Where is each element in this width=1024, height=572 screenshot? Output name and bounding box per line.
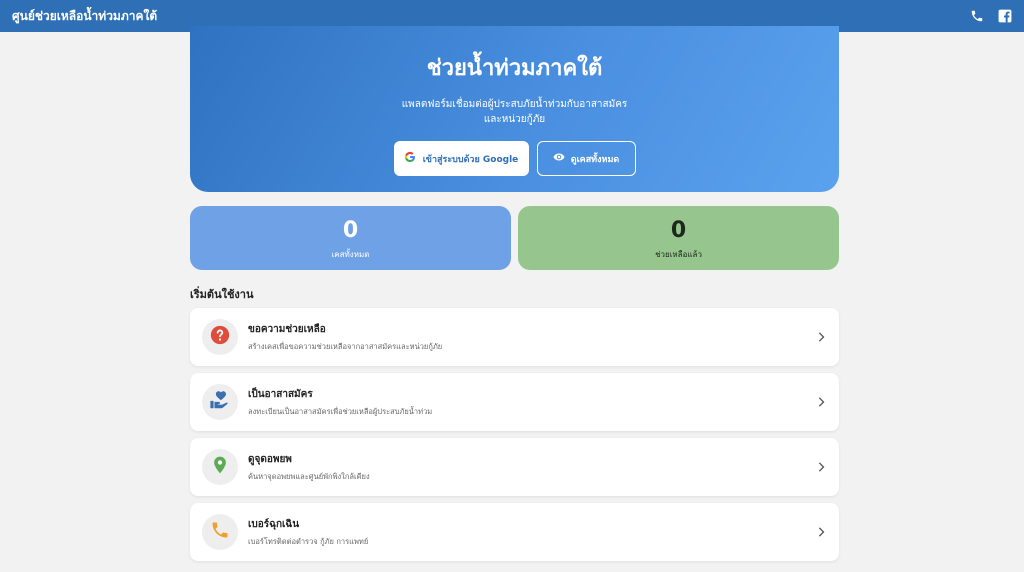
menu-card-evacuation-points[interactable]: ดูจุดอพยพ ค้นหาจุดอพยพและศูนย์พักพิงใกล้…: [190, 438, 839, 496]
menu-card-emergency-numbers[interactable]: เบอร์ฉุกเฉิน เบอร์โทรติดต่อตำรวจ กู้ภัย …: [190, 503, 839, 561]
hero-title: ช่วยน้ำท่วมภาคใต้: [426, 56, 603, 81]
help-icon: [210, 325, 230, 349]
volunteer-icon: [209, 389, 231, 415]
menu-icon-container: [202, 449, 238, 485]
hero-subtitle-line-2: และหน่วยกู้ภัย: [483, 114, 546, 125]
menu-description: ค้นหาจุดอพยพและศูนย์พักพิงใกล้เคียง: [248, 471, 370, 481]
stat-helped-label: ช่วยเหลือแล้ว: [655, 250, 702, 259]
phone-icon: [210, 520, 230, 544]
eye-icon: [553, 151, 565, 166]
chevron-right-icon: [817, 462, 825, 472]
stat-total-value: 0: [342, 218, 359, 243]
header-actions: [970, 9, 1012, 23]
phone-icon[interactable]: [970, 9, 984, 23]
google-login-label: เข้าสู่ระบบด้วย Google: [422, 154, 519, 165]
menu-title: ดูจุดอพยพ: [248, 453, 292, 465]
stat-helped-cases: 0 ช่วยเหลือแล้ว: [518, 206, 839, 270]
menu-card-volunteer[interactable]: เป็นอาสาสมัคร ลงทะเบียนเป็นอาสาสมัครเพื่…: [190, 373, 839, 431]
menu-icon-container: [202, 319, 238, 355]
menu-texts: เบอร์ฉุกเฉิน เบอร์โทรติดต่อตำรวจ กู้ภัย …: [248, 517, 368, 548]
menu-description: สร้างเคสเพื่อขอความช่วยเหลือจากอาสาสมัคร…: [248, 341, 443, 351]
hero-subtitle: แพลตฟอร์มเชื่อมต่อผู้ประสบภัยน้ำท่วมกับอ…: [385, 97, 645, 127]
app-title: ศูนย์ช่วยเหลือน้ำท่วมภาคใต้: [12, 8, 158, 23]
chevron-right-icon: [817, 332, 825, 342]
menu-card-request-help[interactable]: ขอความช่วยเหลือ สร้างเคสเพื่อขอความช่วยเ…: [190, 308, 839, 366]
stat-total-label: เคสทั้งหมด: [331, 250, 370, 259]
stat-total-cases: 0 เคสทั้งหมด: [190, 206, 511, 270]
menu-texts: ขอความช่วยเหลือ สร้างเคสเพื่อขอความช่วยเ…: [248, 322, 442, 353]
chevron-right-icon: [817, 397, 825, 407]
menu-title: ขอความช่วยเหลือ: [248, 323, 326, 335]
menu-icon-container: [202, 514, 238, 550]
hero-buttons: เข้าสู่ระบบด้วย Google ดูเคสทั้งหมด: [190, 141, 839, 176]
location-pin-icon: [210, 454, 230, 480]
view-all-cases-button[interactable]: ดูเคสทั้งหมด: [536, 141, 636, 176]
hero-subtitle-line-1: แพลตฟอร์มเชื่อมต่อผู้ประสบภัยน้ำท่วมกับอ…: [401, 99, 628, 110]
stat-helped-value: 0: [670, 218, 687, 243]
google-icon: [404, 151, 416, 166]
menu-title: เบอร์ฉุกเฉิน: [248, 518, 300, 530]
view-all-cases-label: ดูเคสทั้งหมด: [570, 154, 620, 165]
menu-title: เป็นอาสาสมัคร: [248, 388, 313, 400]
chevron-right-icon: [817, 527, 825, 537]
google-login-button[interactable]: เข้าสู่ระบบด้วย Google: [393, 141, 529, 176]
menu-icon-container: [202, 384, 238, 420]
menu-description: เบอร์โทรติดต่อตำรวจ กู้ภัย การแพทย์: [248, 536, 369, 546]
menu-texts: ดูจุดอพยพ ค้นหาจุดอพยพและศูนย์พักพิงใกล้…: [248, 452, 370, 483]
menu-texts: เป็นอาสาสมัคร ลงทะเบียนเป็นอาสาสมัครเพื่…: [248, 387, 432, 418]
hero-banner: ช่วยน้ำท่วมภาคใต้ แพลตฟอร์มเชื่อมต่อผู้ป…: [190, 26, 839, 192]
facebook-icon[interactable]: [998, 9, 1012, 23]
section-title: เริ่มต้นใช้งาน: [190, 288, 254, 301]
menu-description: ลงทะเบียนเป็นอาสาสมัครเพื่อช่วยเหลือผู้ป…: [248, 406, 433, 416]
